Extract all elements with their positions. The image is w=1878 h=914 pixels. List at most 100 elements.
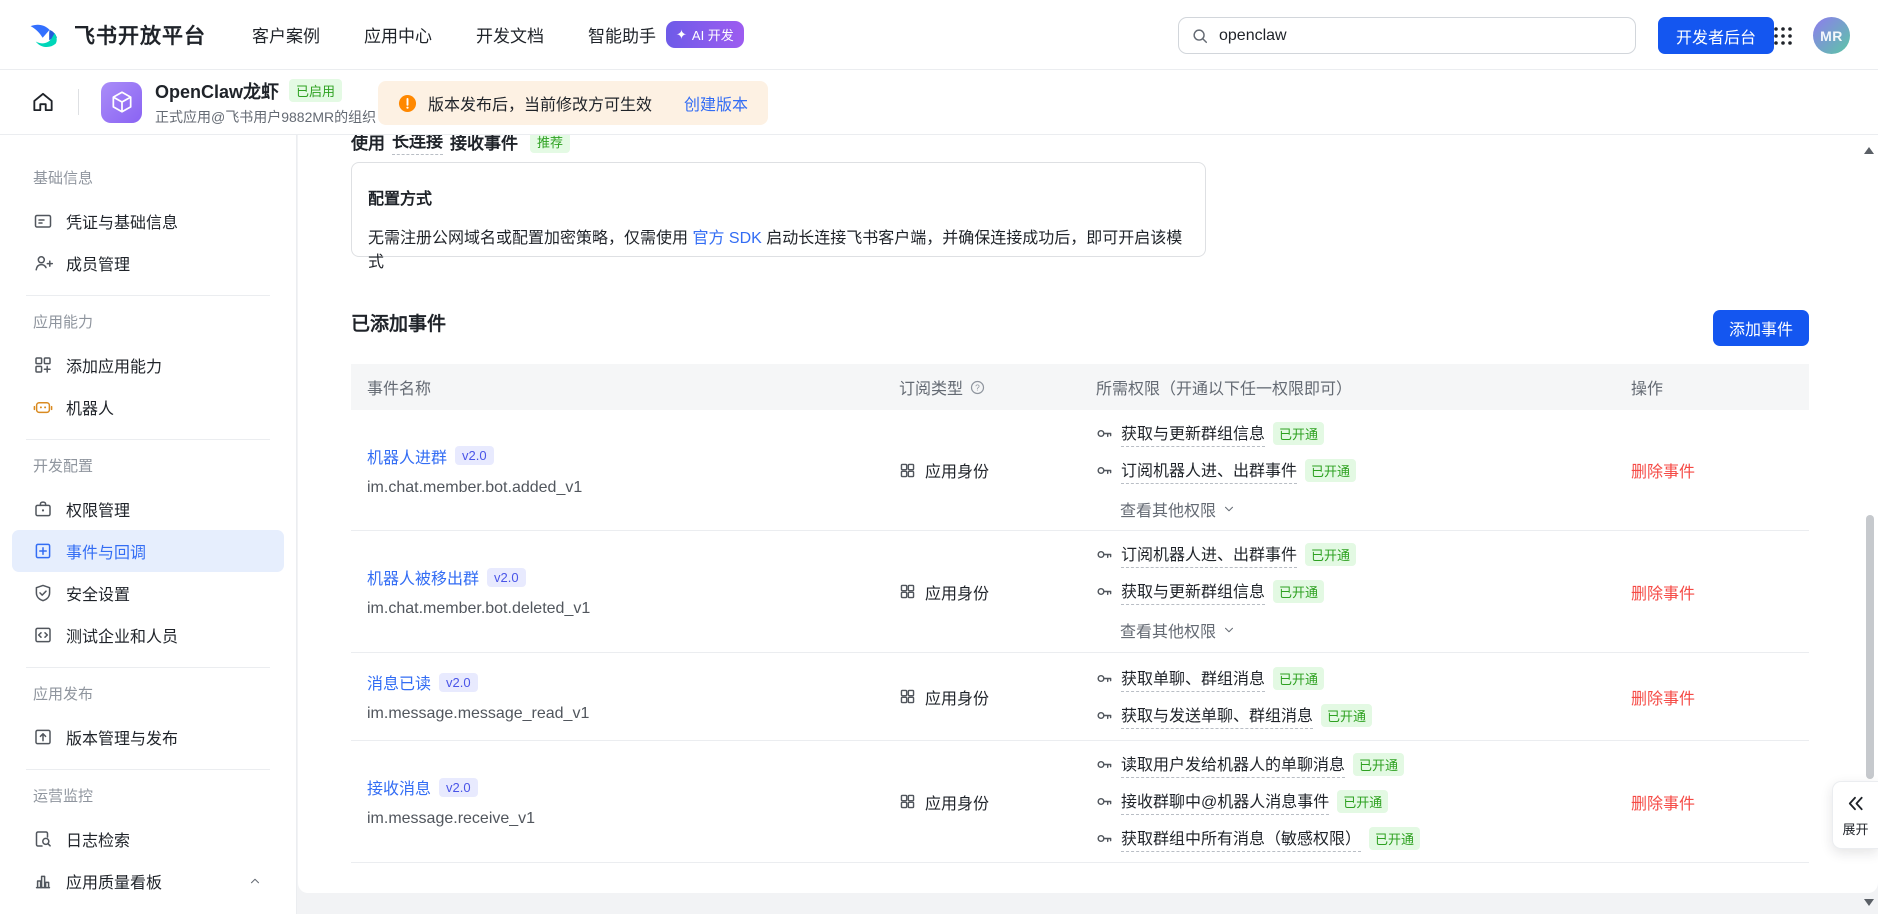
permission-name[interactable]: 获取群组中所有消息（敏感权限） bbox=[1121, 825, 1361, 852]
sidebar-item-label: 成员管理 bbox=[66, 251, 130, 275]
bot-icon bbox=[33, 397, 53, 417]
permission-line: 获取与更新群组信息已开通 bbox=[1096, 578, 1631, 605]
sidebar-divider bbox=[26, 769, 270, 770]
subscription-type-cell: 应用身份 bbox=[891, 410, 1096, 530]
sidebar-item-credential[interactable]: 凭证与基础信息 bbox=[12, 200, 284, 242]
nav-dev-docs[interactable]: 开发文档 bbox=[476, 22, 544, 47]
key-icon bbox=[1096, 756, 1113, 773]
sidebar-item-logs[interactable]: 日志检索 bbox=[12, 818, 284, 860]
permission-line: 接收群聊中@机器人消息事件已开通 bbox=[1096, 788, 1631, 815]
double-chevron-left-icon bbox=[1845, 793, 1866, 814]
permission-name[interactable]: 获取单聊、群组消息 bbox=[1121, 665, 1265, 692]
sidebar-item-release[interactable]: 版本管理与发布 bbox=[12, 716, 284, 758]
key-icon bbox=[1096, 670, 1113, 687]
chevron-up-icon[interactable] bbox=[248, 874, 262, 888]
app-name: OpenClaw龙虾 bbox=[155, 78, 279, 104]
added-events-title: 已添加事件 bbox=[351, 309, 446, 336]
app-identity-icon bbox=[899, 462, 916, 479]
app-icon bbox=[101, 82, 142, 123]
long-connection-term[interactable]: 长连接 bbox=[392, 135, 443, 155]
sidebar-item-security[interactable]: 安全设置 bbox=[12, 572, 284, 614]
permission-status-badge: 已开通 bbox=[1305, 459, 1356, 482]
search-input[interactable] bbox=[1219, 27, 1623, 45]
svg-text:?: ? bbox=[975, 382, 980, 392]
official-sdk-link[interactable]: 官方 SDK bbox=[692, 230, 761, 247]
config-method-card: 配置方式 无需注册公网域名或配置加密策略，仅需使用 官方 SDK 启动长连接飞书… bbox=[351, 162, 1206, 257]
delete-event-link[interactable]: 删除事件 bbox=[1631, 580, 1695, 604]
sidebar-item-permissions[interactable]: 权限管理 bbox=[12, 488, 284, 530]
delete-event-link[interactable]: 删除事件 bbox=[1631, 458, 1695, 482]
sidebar-item-bot[interactable]: 机器人 bbox=[12, 386, 284, 428]
event-name-link[interactable]: 机器人被移出群 bbox=[367, 565, 479, 589]
global-search[interactable] bbox=[1178, 17, 1636, 54]
top-navigation: 飞书开放平台 客户案例 应用中心 开发文档 智能助手 ✦AI 开发 开发者后台 … bbox=[0, 0, 1878, 70]
sidebar-item-label: 机器人 bbox=[66, 395, 114, 419]
view-more-permissions[interactable]: 查看其他权限 bbox=[1120, 497, 1236, 521]
sidebar-item-label: 添加应用能力 bbox=[66, 353, 162, 377]
help-icon[interactable]: ? bbox=[970, 380, 985, 395]
permission-name[interactable]: 获取与更新群组信息 bbox=[1121, 420, 1265, 447]
view-more-permissions[interactable]: 查看其他权限 bbox=[1120, 618, 1236, 642]
column-event-name: 事件名称 bbox=[351, 375, 891, 399]
delete-event-link[interactable]: 删除事件 bbox=[1631, 685, 1695, 709]
scroll-up-arrow-icon[interactable] bbox=[1864, 147, 1874, 154]
permission-name[interactable]: 接收群聊中@机器人消息事件 bbox=[1121, 788, 1329, 815]
nav-customer-cases[interactable]: 客户案例 bbox=[252, 22, 320, 47]
event-row: 消息已读v2.0im.message.message_read_v1应用身份获取… bbox=[351, 653, 1809, 741]
scroll-down-arrow-icon[interactable] bbox=[1864, 899, 1874, 906]
sidebar-item-members[interactable]: 成员管理 bbox=[12, 242, 284, 284]
expand-label: 展开 bbox=[1842, 819, 1868, 838]
sidebar-item-test-org[interactable]: 测试企业和人员 bbox=[12, 614, 284, 656]
app-grid-menu-icon[interactable] bbox=[1772, 25, 1794, 47]
feishu-open-platform-logo[interactable]: 飞书开放平台 bbox=[26, 16, 206, 53]
home-icon[interactable] bbox=[30, 89, 56, 115]
event-name-link[interactable]: 消息已读 bbox=[367, 670, 431, 694]
permission-name[interactable]: 读取用户发给机器人的单聊消息 bbox=[1121, 751, 1345, 778]
sidebar-item-label: 日志检索 bbox=[66, 827, 130, 851]
event-version-badge: v2.0 bbox=[487, 568, 526, 587]
permission-name[interactable]: 订阅机器人进、出群事件 bbox=[1121, 541, 1297, 568]
primary-nav: 客户案例 应用中心 开发文档 智能助手 ✦AI 开发 bbox=[252, 21, 744, 48]
create-version-link[interactable]: 创建版本 bbox=[684, 91, 748, 115]
permission-status-badge: 已开通 bbox=[1369, 827, 1420, 850]
event-id: im.message.message_read_v1 bbox=[367, 705, 891, 723]
sidebar-item-label: 应用质量看板 bbox=[66, 869, 162, 893]
add-event-button[interactable]: 添加事件 bbox=[1713, 310, 1809, 346]
nav-ai-assistant[interactable]: 智能助手 bbox=[588, 22, 656, 47]
delete-event-link[interactable]: 删除事件 bbox=[1631, 790, 1695, 814]
event-row: 接收消息v2.0im.message.receive_v1应用身份读取用户发给机… bbox=[351, 741, 1809, 863]
sidebar-section-header: 运营监控 bbox=[33, 787, 270, 807]
permission-status-badge: 已开通 bbox=[1273, 422, 1324, 445]
events-icon bbox=[33, 541, 53, 561]
long-connection-heading: 使用 长连接 接收事件 推荐 bbox=[351, 135, 570, 155]
credential-icon bbox=[33, 211, 53, 231]
event-name-link[interactable]: 机器人进群 bbox=[367, 444, 447, 468]
version-warning-banner: 版本发布后，当前修改方可生效 创建版本 bbox=[378, 81, 768, 125]
subscription-type-cell: 应用身份 bbox=[891, 531, 1096, 652]
developer-console-button[interactable]: 开发者后台 bbox=[1658, 17, 1774, 54]
permission-name[interactable]: 订阅机器人进、出群事件 bbox=[1121, 457, 1297, 484]
key-icon bbox=[1096, 793, 1113, 810]
nav-app-center[interactable]: 应用中心 bbox=[364, 22, 432, 47]
permissions-cell: 读取用户发给机器人的单聊消息已开通接收群聊中@机器人消息事件已开通获取群组中所有… bbox=[1096, 741, 1631, 862]
more-permissions-line: 查看其他权限 bbox=[1096, 497, 1631, 521]
security-icon bbox=[33, 583, 53, 603]
permission-line: 读取用户发给机器人的单聊消息已开通 bbox=[1096, 751, 1631, 778]
sidebar-item-events[interactable]: 事件与回调 bbox=[12, 530, 284, 572]
sidebar-item-label: 权限管理 bbox=[66, 497, 130, 521]
brand-name: 飞书开放平台 bbox=[74, 20, 206, 50]
sidebar-item-add-capability[interactable]: 添加应用能力 bbox=[12, 344, 284, 386]
expand-sidepanel-button[interactable]: 展开 bbox=[1832, 781, 1878, 849]
sidebar-item-quality[interactable]: 应用质量看板 bbox=[12, 860, 284, 902]
scrollbar-thumb[interactable] bbox=[1866, 515, 1874, 779]
config-method-text: 无需注册公网域名或配置加密策略，仅需使用 官方 SDK 启动长连接飞书客户端，并… bbox=[368, 224, 1183, 272]
event-version-badge: v2.0 bbox=[455, 446, 494, 465]
permission-name[interactable]: 获取与更新群组信息 bbox=[1121, 578, 1265, 605]
permission-name[interactable]: 获取与发送单聊、群组消息 bbox=[1121, 702, 1313, 729]
event-name-link[interactable]: 接收消息 bbox=[367, 775, 431, 799]
action-cell: 删除事件 bbox=[1631, 741, 1809, 862]
user-avatar[interactable]: MR bbox=[1813, 17, 1850, 54]
permission-status-badge: 已开通 bbox=[1273, 667, 1324, 690]
event-id: im.chat.member.bot.added_v1 bbox=[367, 479, 891, 497]
sidebar-section-header: 应用能力 bbox=[33, 313, 270, 333]
